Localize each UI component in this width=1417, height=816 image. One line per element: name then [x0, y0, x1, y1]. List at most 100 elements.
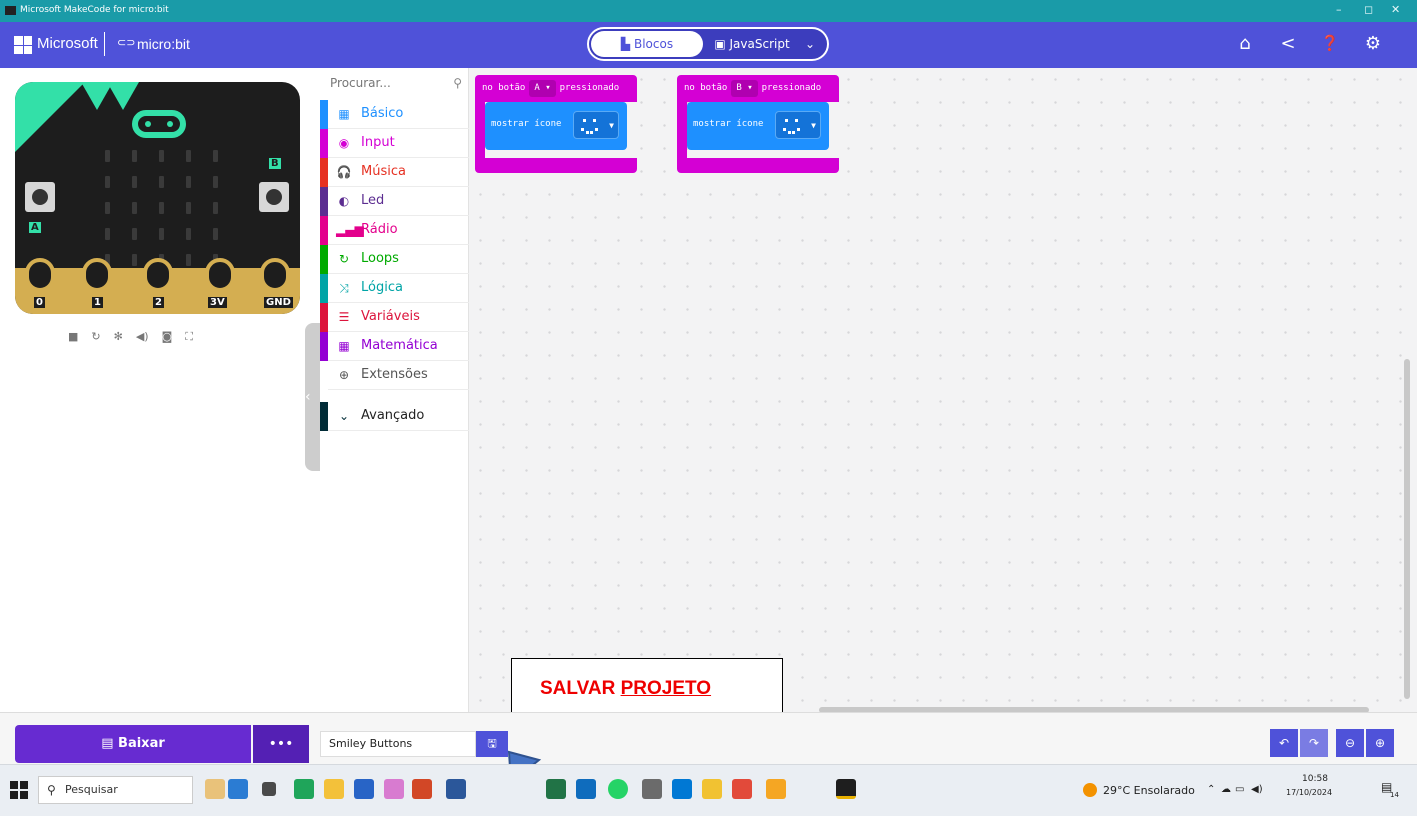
- drop-icon[interactable]: [412, 779, 432, 799]
- vscode-icon[interactable]: [672, 779, 692, 799]
- python-icon[interactable]: [702, 779, 722, 799]
- debug-icon[interactable]: ✻: [114, 330, 123, 350]
- video-icon[interactable]: [732, 779, 752, 799]
- redo-button[interactable]: ↷: [1300, 729, 1328, 757]
- zoom-out-button[interactable]: ⊖: [1336, 729, 1364, 757]
- edge-browser-icon[interactable]: [294, 779, 314, 799]
- javascript-tab[interactable]: ▣ JavaScript: [707, 31, 797, 57]
- microsoft-brand[interactable]: Microsoft: [37, 35, 98, 52]
- show-icon-block[interactable]: mostrar ícone ▼: [687, 102, 829, 150]
- on-button-a-pressed-block[interactable]: no botão A ▾ pressionado mostrar ícone ▼: [475, 75, 637, 173]
- led[interactable]: [213, 228, 218, 240]
- pin-3v[interactable]: [205, 258, 235, 292]
- mute-icon[interactable]: ◀): [136, 330, 149, 350]
- display-icon[interactable]: ▭: [1235, 784, 1244, 795]
- led[interactable]: [105, 228, 110, 240]
- blocks-workspace[interactable]: no botão A ▾ pressionado mostrar ícone ▼ n…: [469, 68, 1417, 713]
- category-basic[interactable]: ▦ Básico: [320, 100, 469, 129]
- led[interactable]: [132, 202, 137, 214]
- category-radio[interactable]: ▂▄▆ Rádio: [320, 216, 469, 245]
- category-input[interactable]: ◉ Input: [320, 129, 469, 158]
- category-music[interactable]: 🎧 Música: [320, 158, 469, 187]
- download-button[interactable]: ▤ Baixar: [15, 725, 251, 763]
- screenshot-icon[interactable]: ◙: [162, 330, 173, 350]
- language-dropdown[interactable]: ⌄: [797, 31, 823, 57]
- category-variables[interactable]: ☰ Variáveis: [320, 303, 469, 332]
- settings-icon[interactable]: ⚙: [1361, 33, 1385, 54]
- volume-icon[interactable]: ◀): [1251, 784, 1263, 795]
- windows-start-icon[interactable]: [10, 781, 28, 799]
- led[interactable]: [213, 176, 218, 188]
- category-advanced[interactable]: ⌄ Avançado: [320, 402, 469, 431]
- led[interactable]: [159, 202, 164, 214]
- search-icon[interactable]: ⚲: [453, 76, 462, 90]
- show-icon-block[interactable]: mostrar ícone ▼: [485, 102, 627, 150]
- tray-overflow-icon[interactable]: ⌃: [1207, 784, 1215, 795]
- pin-1[interactable]: [82, 258, 112, 292]
- weather-text[interactable]: 29°C Ensolarado: [1103, 784, 1195, 797]
- undo-button[interactable]: ↶: [1270, 729, 1298, 757]
- clock-date[interactable]: 17/10/2024: [1286, 788, 1332, 797]
- pin-0[interactable]: [25, 258, 55, 292]
- category-logic[interactable]: ⤨ Lógica: [320, 274, 469, 303]
- button-a[interactable]: [25, 182, 55, 212]
- led[interactable]: [186, 254, 191, 266]
- minimize-button[interactable]: –: [1336, 3, 1342, 16]
- led[interactable]: [132, 228, 137, 240]
- restore-button[interactable]: ◻: [1364, 3, 1373, 16]
- fullscreen-icon[interactable]: ⛶: [185, 330, 193, 350]
- button-dropdown[interactable]: B ▾: [731, 80, 758, 97]
- excel-icon[interactable]: [546, 779, 566, 799]
- pin-gnd[interactable]: [260, 258, 290, 292]
- pin-2[interactable]: [143, 258, 173, 292]
- icon-picker-dropdown[interactable]: ▼: [573, 111, 619, 139]
- led[interactable]: [159, 228, 164, 240]
- category-led[interactable]: ◐ Led: [320, 187, 469, 216]
- taskbar-search[interactable]: ⚲ Pesquisar: [38, 776, 193, 804]
- led[interactable]: [213, 150, 218, 162]
- button-dropdown[interactable]: A ▾: [529, 80, 556, 97]
- microbit-board[interactable]: A B 0 1 2 3V GND: [15, 82, 300, 314]
- help-icon[interactable]: ❓: [1318, 34, 1342, 52]
- calculator-icon[interactable]: [642, 779, 662, 799]
- led[interactable]: [186, 176, 191, 188]
- more-options-button[interactable]: •••: [253, 725, 309, 763]
- category-loops[interactable]: ↻ Loops: [320, 245, 469, 274]
- paint-icon[interactable]: [384, 779, 404, 799]
- collapse-simulator-button[interactable]: ‹: [305, 323, 320, 471]
- microsoft-logo-icon[interactable]: [14, 36, 32, 54]
- clock-time[interactable]: 10:58: [1302, 774, 1328, 784]
- led[interactable]: [132, 254, 137, 266]
- file-explorer-icon[interactable]: [324, 779, 344, 799]
- task-view-icon[interactable]: [262, 782, 276, 796]
- blocks-tab[interactable]: ▙ Blocos: [591, 31, 703, 57]
- vertical-scrollbar[interactable]: [1404, 359, 1410, 699]
- close-window-button[interactable]: ✕: [1391, 3, 1400, 16]
- led[interactable]: [186, 228, 191, 240]
- whatsapp-icon[interactable]: [608, 779, 628, 799]
- icon-picker-dropdown[interactable]: ▼: [775, 111, 821, 139]
- network-icon[interactable]: ☁: [1221, 784, 1231, 795]
- led[interactable]: [132, 150, 137, 162]
- store-icon[interactable]: [354, 779, 374, 799]
- share-icon[interactable]: <: [1276, 33, 1300, 54]
- category-extensions[interactable]: ⊕ Extensões: [320, 361, 469, 390]
- zoom-in-button[interactable]: ⊕: [1366, 729, 1394, 757]
- led[interactable]: [186, 202, 191, 214]
- led[interactable]: [213, 202, 218, 214]
- led[interactable]: [186, 150, 191, 162]
- led[interactable]: [105, 202, 110, 214]
- led[interactable]: [105, 150, 110, 162]
- project-name-input[interactable]: Smiley Buttons: [320, 731, 476, 757]
- folder-art-icon[interactable]: [205, 779, 225, 799]
- makecode-app-icon[interactable]: [836, 779, 856, 799]
- category-math[interactable]: ▦ Matemática: [320, 332, 469, 361]
- outlook-icon[interactable]: [576, 779, 596, 799]
- led[interactable]: [105, 176, 110, 188]
- notes-icon[interactable]: [766, 779, 786, 799]
- user-icon[interactable]: [228, 779, 248, 799]
- home-icon[interactable]: ⌂: [1233, 33, 1257, 54]
- toolbox-search-input[interactable]: Procurar... ⚲: [330, 76, 464, 96]
- microbit-brand[interactable]: micro:bit: [137, 36, 190, 52]
- word-icon[interactable]: [446, 779, 466, 799]
